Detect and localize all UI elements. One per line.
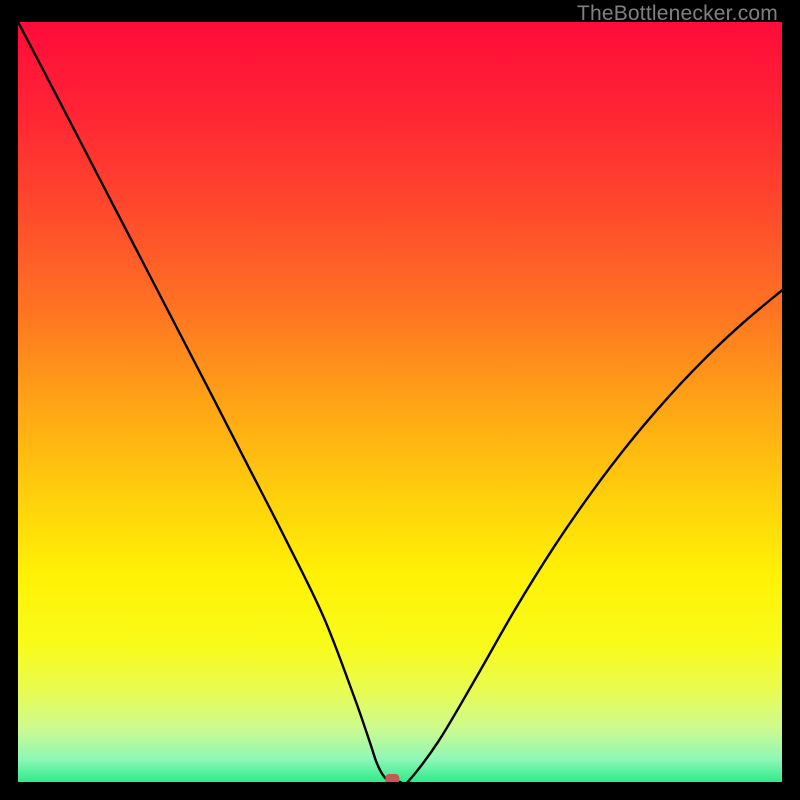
- chart-svg: [18, 22, 782, 782]
- plot-area: [18, 22, 782, 782]
- watermark-text: TheBottlenecker.com: [577, 2, 778, 26]
- min-point-marker: [385, 774, 399, 782]
- gradient-background: [18, 22, 782, 782]
- chart-frame: TheBottlenecker.com: [0, 0, 800, 800]
